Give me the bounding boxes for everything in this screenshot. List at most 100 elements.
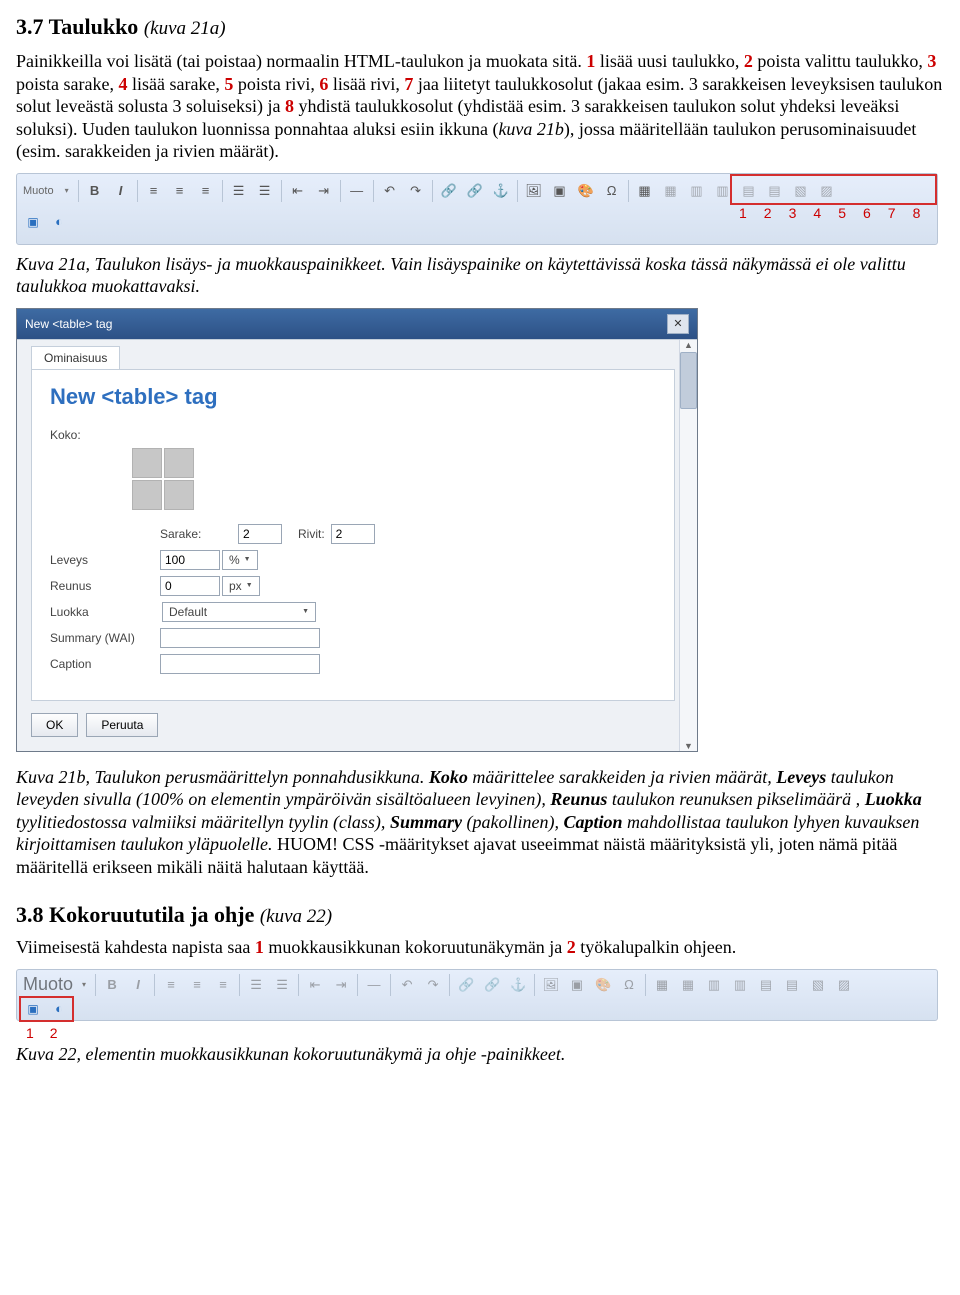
insert-col-icon[interactable]: ▥ <box>730 975 750 995</box>
annotation-numbers-21a: 12345678 <box>739 205 937 221</box>
sarake-input[interactable] <box>238 524 282 544</box>
num-3: 3 <box>927 51 936 71</box>
muoto-label: Muoto <box>23 185 54 197</box>
separator <box>78 180 79 202</box>
delete-row-icon[interactable]: ▤ <box>756 975 776 995</box>
omega-icon[interactable]: Ω <box>602 181 622 201</box>
unlink-icon[interactable]: 🔗 <box>465 181 485 201</box>
delete-row-icon[interactable]: ▤ <box>739 181 759 201</box>
leveys-input[interactable] <box>160 550 220 570</box>
scroll-thumb[interactable] <box>680 352 697 409</box>
media-icon[interactable]: ▣ <box>567 975 587 995</box>
fullscreen-icon[interactable]: ▣ <box>23 999 43 1019</box>
separator <box>534 974 535 996</box>
peruuta-button[interactable]: Peruuta <box>86 713 158 737</box>
redo-icon[interactable]: ↷ <box>406 181 426 201</box>
delete-table-icon[interactable]: ▦ <box>661 181 681 201</box>
outdent-icon[interactable]: ⇤ <box>288 181 308 201</box>
ordered-list-icon[interactable]: ☰ <box>229 181 249 201</box>
n2: 2 <box>764 205 789 221</box>
fullscreen-icon[interactable]: ▣ <box>23 212 43 232</box>
align-left-icon[interactable]: ≡ <box>161 975 181 995</box>
caption-b: Caption <box>563 812 622 832</box>
unordered-list-icon[interactable]: ☰ <box>272 975 292 995</box>
split-cell-icon[interactable]: ▧ <box>791 181 811 201</box>
dialog-scrollbar[interactable]: ▲ ▼ <box>679 340 697 751</box>
anchor-icon[interactable]: ⚓ <box>491 181 511 201</box>
tab-ominaisuus[interactable]: Ominaisuus <box>31 346 120 369</box>
link-icon[interactable]: 🔗 <box>456 975 476 995</box>
separator <box>390 974 391 996</box>
luokka-b: Luokka <box>865 789 922 809</box>
num-1: 1 <box>255 937 264 957</box>
omega-icon[interactable]: Ω <box>619 975 639 995</box>
reunus-unit-select[interactable]: px▼ <box>222 576 260 596</box>
insert-table-icon[interactable]: ▦ <box>635 181 655 201</box>
scroll-down-icon[interactable]: ▼ <box>684 741 693 751</box>
delete-col-icon[interactable]: ▥ <box>687 181 707 201</box>
summary-input[interactable] <box>160 628 320 648</box>
anchor-icon[interactable]: ⚓ <box>508 975 528 995</box>
help-icon[interactable]: ◐ <box>49 212 69 232</box>
split-cell-icon[interactable]: ▧ <box>808 975 828 995</box>
merge-cell-icon[interactable]: ▨ <box>817 181 837 201</box>
swatch-cell <box>164 448 194 478</box>
ok-button[interactable]: OK <box>31 713 78 737</box>
media-icon[interactable]: ▣ <box>550 181 570 201</box>
insert-table-icon[interactable]: ▦ <box>652 975 672 995</box>
rivit-label: Rivit: <box>298 527 325 541</box>
image-icon[interactable]: 🖼 <box>524 181 544 201</box>
txt: määrittelee sarakkeiden ja rivien määrät… <box>468 767 776 787</box>
italic-icon[interactable]: I <box>128 975 148 995</box>
scroll-up-icon[interactable]: ▲ <box>684 340 693 350</box>
num-2: 2 <box>567 937 576 957</box>
insert-col-icon[interactable]: ▥ <box>713 181 733 201</box>
section-37-heading: 3.7 Taulukko (kuva 21a) <box>16 14 944 40</box>
unlink-icon[interactable]: 🔗 <box>482 975 502 995</box>
image-icon[interactable]: 🖼 <box>541 975 561 995</box>
hr-icon[interactable]: ― <box>364 975 384 995</box>
align-center-icon[interactable]: ≡ <box>187 975 207 995</box>
help-icon[interactable]: ◐ <box>49 999 69 1019</box>
muoto-dropdown-icon[interactable]: ▾ <box>62 182 72 200</box>
bold-icon[interactable]: B <box>85 181 105 201</box>
txt: lisää sarake, <box>127 74 224 94</box>
leveys-unit-select[interactable]: %▼ <box>222 550 258 570</box>
link-icon[interactable]: 🔗 <box>439 181 459 201</box>
n8: 8 <box>913 205 938 221</box>
align-right-icon[interactable]: ≡ <box>213 975 233 995</box>
txt: Painikkeilla voi lisätä (tai poistaa) no… <box>16 51 586 71</box>
indent-icon[interactable]: ⇥ <box>331 975 351 995</box>
txt: poista valittu taulukko, <box>753 51 927 71</box>
reunus-input[interactable] <box>160 576 220 596</box>
undo-icon[interactable]: ↶ <box>397 975 417 995</box>
italic-icon[interactable]: I <box>111 181 131 201</box>
align-center-icon[interactable]: ≡ <box>170 181 190 201</box>
bold-icon[interactable]: B <box>102 975 122 995</box>
unordered-list-icon[interactable]: ☰ <box>255 181 275 201</box>
caption-input[interactable] <box>160 654 320 674</box>
hr-icon[interactable]: ― <box>347 181 367 201</box>
palette-icon[interactable]: 🎨 <box>576 181 596 201</box>
indent-icon[interactable]: ⇥ <box>314 181 334 201</box>
luokka-select[interactable]: Default▼ <box>162 602 316 622</box>
merge-cell-icon[interactable]: ▨ <box>834 975 854 995</box>
txt: (pakollinen), <box>462 812 563 832</box>
n1: 1 <box>739 205 764 221</box>
redo-icon[interactable]: ↷ <box>423 975 443 995</box>
delete-col-icon[interactable]: ▥ <box>704 975 724 995</box>
muoto-dropdown-icon[interactable]: ▾ <box>79 976 89 994</box>
undo-icon[interactable]: ↶ <box>380 181 400 201</box>
insert-row-icon[interactable]: ▤ <box>765 181 785 201</box>
insert-row-icon[interactable]: ▤ <box>782 975 802 995</box>
close-icon[interactable]: ✕ <box>667 314 689 334</box>
ordered-list-icon[interactable]: ☰ <box>246 975 266 995</box>
outdent-icon[interactable]: ⇤ <box>305 975 325 995</box>
rivit-input[interactable] <box>331 524 375 544</box>
n7: 7 <box>888 205 913 221</box>
palette-icon[interactable]: 🎨 <box>593 975 613 995</box>
chevron-down-icon: ▼ <box>244 556 251 563</box>
align-right-icon[interactable]: ≡ <box>196 181 216 201</box>
delete-table-icon[interactable]: ▦ <box>678 975 698 995</box>
align-left-icon[interactable]: ≡ <box>144 181 164 201</box>
